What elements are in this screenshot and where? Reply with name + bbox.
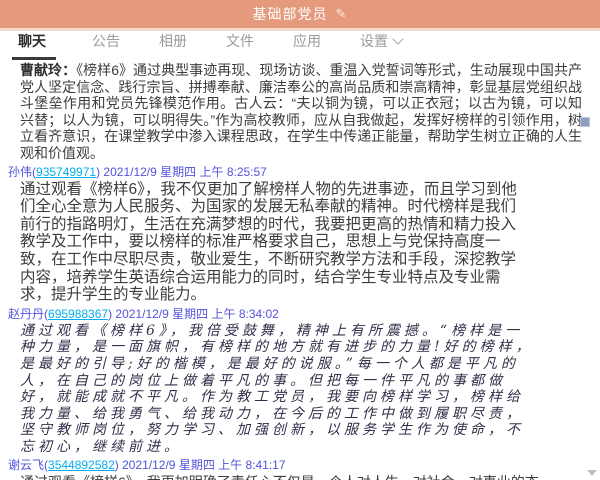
edit-title-icon[interactable]: ✎ bbox=[336, 6, 348, 22]
message-datetime: 2021/12/9 星期四 上午 8:41:17 bbox=[119, 458, 286, 472]
message-text: 通过观看《榜样6》，我更加明确了责任心不仅是一个人对人生、对社会、对事业的态 bbox=[20, 474, 582, 480]
message-author-prefix: 曹献玲： bbox=[20, 62, 76, 78]
tab-应用[interactable]: 应用 bbox=[290, 25, 324, 60]
tab-label: 文件 bbox=[226, 31, 254, 51]
message-sender-line: 孙伟(935749971) 2021/12/9 星期四 上午 8:25:57 bbox=[8, 163, 582, 180]
tab-label: 设置 bbox=[360, 31, 388, 51]
tab-label: 聊天 bbox=[18, 31, 46, 51]
group-title: 基础部党员 bbox=[253, 4, 328, 24]
sender-name: 孙伟 bbox=[8, 165, 32, 179]
sender-qq-link[interactable]: 935749971 bbox=[36, 165, 96, 179]
message-text: 曹献玲：《榜样6》通过典型事迹再现、现场访谈、重温入党誓词等形式，生动展现中国共… bbox=[20, 62, 582, 162]
tab-聊天[interactable]: 聊天 bbox=[12, 25, 56, 60]
message-sender-line: 赵丹丹(695988367) 2021/12/9 星期四 上午 8:34:02 bbox=[8, 305, 582, 322]
sender-qq-link[interactable]: 695988367 bbox=[48, 307, 108, 321]
chat-message-area[interactable]: 曹献玲：《榜样6》通过典型事迹再现、现场访谈、重温入党誓词等形式，生动展现中国共… bbox=[0, 60, 600, 480]
tab-相册[interactable]: 相册 bbox=[156, 25, 190, 60]
message-datetime: 2021/12/9 星期四 上午 8:25:57 bbox=[100, 165, 267, 179]
tab-bar: 聊天 公告 相册 文件 应用 设置 bbox=[0, 31, 600, 60]
message-datetime: 2021/12/9 星期四 上午 8:34:02 bbox=[112, 307, 279, 321]
message-text: 通过观看《榜样6》，我不仅更加了解榜样人物的先进事迹，而且学习到他们全心全意为人… bbox=[20, 181, 528, 304]
message-sender-line: 谢云飞(3544892582) 2021/12/9 星期四 上午 8:41:17 bbox=[8, 456, 582, 473]
sender-name: 谢云飞 bbox=[8, 458, 44, 472]
sender-qq-link[interactable]: 3544892582 bbox=[48, 458, 115, 472]
scrollbar-down-arrow-icon[interactable] bbox=[587, 470, 597, 476]
tab-label: 应用 bbox=[293, 31, 321, 51]
tab-文件[interactable]: 文件 bbox=[223, 25, 257, 60]
tab-label: 相册 bbox=[159, 31, 187, 51]
chevron-down-icon bbox=[392, 33, 403, 44]
tab-设置[interactable]: 设置 bbox=[357, 25, 405, 60]
scrollbar-thumb[interactable] bbox=[580, 117, 590, 127]
message-text: 通过观看《榜样6》，我倍受鼓舞，精神上有所震撼。“榜样是一种力量，是一面旗帜，有… bbox=[20, 323, 536, 456]
tab-公告[interactable]: 公告 bbox=[89, 25, 123, 60]
message-list: 曹献玲：《榜样6》通过典型事迹再现、现场访谈、重温入党誓词等形式，生动展现中国共… bbox=[20, 62, 582, 480]
tab-label: 公告 bbox=[92, 31, 120, 51]
group-chat-window: 基础部党员 ✎ 聊天 公告 相册 文件 应用 设置 曹献玲：《榜样6》通过典型事迹再现、现… bbox=[0, 0, 600, 480]
sender-name: 赵丹丹 bbox=[8, 307, 44, 321]
